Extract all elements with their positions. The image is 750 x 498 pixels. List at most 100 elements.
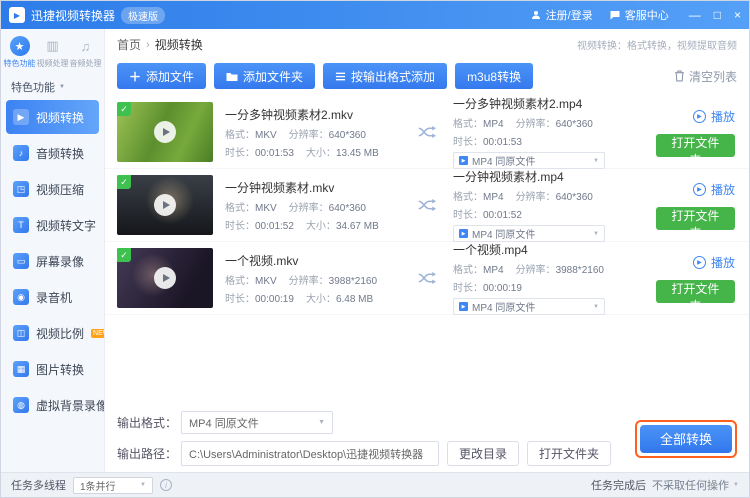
minimize-button[interactable]: — bbox=[689, 8, 701, 22]
info-icon[interactable]: i bbox=[160, 479, 172, 491]
video-thumbnail[interactable]: ✓ bbox=[117, 248, 213, 308]
sidebar-item-label: 视频转文字 bbox=[36, 218, 97, 233]
sidebar-item-label: 虚拟背景录像 bbox=[36, 398, 104, 413]
sidebar-item-screen-record[interactable]: ▭ 屏幕录像 bbox=[6, 244, 99, 278]
change-directory-button[interactable]: 更改目录 bbox=[447, 441, 520, 466]
play-label: 播放 bbox=[710, 255, 735, 270]
output-preset-dropdown[interactable]: ▶ MP4 同原文件 ▼ bbox=[453, 225, 605, 242]
output-format-label: 输出格式： bbox=[117, 416, 178, 430]
edition-badge: 极速版 bbox=[121, 6, 166, 24]
output-preset-dropdown[interactable]: ▶ MP4 同原文件 ▼ bbox=[453, 152, 605, 169]
output-format-select[interactable]: MP4 同原文件 ▼ bbox=[181, 411, 334, 434]
convert-direction bbox=[413, 198, 441, 212]
convert-all-highlight: 全部转换 bbox=[635, 419, 737, 458]
tab-audio-processing[interactable]: ♫ 音频处理 bbox=[70, 36, 102, 69]
resolution-label: 分辨率： bbox=[515, 265, 556, 276]
clear-list-button[interactable]: 清空列表 bbox=[674, 68, 737, 85]
open-folder-button[interactable]: 打开文件夹 bbox=[655, 279, 735, 313]
play-overlay-icon[interactable] bbox=[154, 194, 176, 216]
sidebar-item-label: 视频压缩 bbox=[36, 182, 85, 197]
resolution-label: 分辨率： bbox=[288, 202, 329, 214]
multithread-select[interactable]: 1条并行 ▼ bbox=[73, 476, 153, 494]
play-overlay-icon[interactable] bbox=[154, 267, 176, 289]
file-row: ✓ 一个视频.mkv 格式：MKV 分辨率：3988*2160 时长：00:00:… bbox=[105, 242, 749, 315]
maximize-button[interactable]: □ bbox=[714, 8, 721, 22]
add-folder-button[interactable]: 添加文件夹 bbox=[214, 63, 316, 89]
customer-service-label: 客服中心 bbox=[624, 10, 669, 22]
duration-value: 00:00:19 bbox=[255, 293, 294, 305]
section-featured-header[interactable]: 特色功能 ▼ bbox=[1, 72, 104, 100]
sidebar-item-virtual-background[interactable]: ◍ 虚拟背景录像 bbox=[6, 388, 104, 422]
after-task-select[interactable]: 不采取任何操作 ▼ bbox=[652, 477, 739, 493]
multithread-value: 1条并行 bbox=[80, 481, 116, 493]
size-label: 大小： bbox=[305, 220, 336, 232]
resolution-label: 分辨率： bbox=[288, 275, 329, 287]
check-icon: ✓ bbox=[117, 102, 131, 116]
sidebar-item-video-ratio[interactable]: ◫ 视频比例 NEW bbox=[6, 316, 104, 350]
play-button[interactable]: ▶ 播放 bbox=[692, 181, 735, 198]
folder-icon bbox=[226, 72, 238, 81]
app-title: 迅捷视频转换器 bbox=[31, 8, 116, 23]
format-icon: ▶ bbox=[459, 229, 468, 238]
customer-service-button[interactable]: 客服中心 bbox=[609, 7, 669, 23]
output-preset-dropdown[interactable]: ▶ MP4 同原文件 ▼ bbox=[453, 298, 605, 315]
open-folder-button[interactable]: 打开文件夹 bbox=[655, 206, 735, 240]
user-icon bbox=[531, 11, 540, 19]
tab-video-processing[interactable]: ▥ 视频处理 bbox=[37, 36, 69, 69]
duration-label: 时长： bbox=[225, 147, 255, 159]
audio-convert-icon: ♪ bbox=[13, 145, 29, 161]
sidebar-item-video-compress[interactable]: ◳ 视频压缩 bbox=[6, 172, 99, 206]
check-icon: ✓ bbox=[117, 175, 131, 189]
play-label: 播放 bbox=[710, 109, 735, 124]
format-value: MP4 bbox=[483, 119, 504, 130]
duration-value: 00:01:52 bbox=[483, 210, 522, 221]
play-button[interactable]: ▶ 播放 bbox=[692, 108, 735, 125]
format-label: 格式： bbox=[225, 275, 255, 287]
resolution-value: 640*360 bbox=[555, 192, 593, 203]
microphone-icon: ◉ bbox=[13, 289, 29, 305]
add-by-format-button[interactable]: 按输出格式添加 bbox=[323, 63, 448, 89]
video-thumbnail[interactable]: ✓ bbox=[117, 102, 213, 162]
source-info: 一分钟视频素材.mkv 格式：MKV 分辨率：640*360 时长：00:01:5… bbox=[225, 179, 413, 232]
source-info: 一分多钟视频素材2.mkv 格式：MKV 分辨率：640*360 时长：00:01… bbox=[225, 106, 413, 159]
plus-icon: ＋ bbox=[129, 69, 142, 84]
sidebar: ★ 特色功能 ▥ 视频处理 ♫ 音频处理 特色功能 ▼ ▶ 视频转换 ♪ 音频转… bbox=[1, 29, 105, 472]
close-button[interactable]: × bbox=[734, 8, 741, 22]
title-bar: ▶ 迅捷视频转换器 极速版 注册/登录 客服中心 — □ × bbox=[1, 1, 749, 29]
resolution-label: 分辨率： bbox=[515, 119, 556, 130]
sidebar-item-voice-recorder[interactable]: ◉ 录音机 bbox=[6, 280, 99, 314]
duration-label: 时长： bbox=[453, 283, 483, 294]
multithread-label: 任务多线程 bbox=[11, 480, 66, 492]
resolution-value: 640*360 bbox=[328, 129, 366, 141]
add-file-label: 添加文件 bbox=[146, 69, 195, 84]
sidebar-item-audio-convert[interactable]: ♪ 音频转换 bbox=[6, 136, 99, 170]
duration-value: 00:01:53 bbox=[483, 137, 522, 148]
video-thumbnail[interactable]: ✓ bbox=[117, 175, 213, 235]
sidebar-item-video-to-text[interactable]: T 视频转文字 bbox=[6, 208, 99, 242]
open-output-folder-button[interactable]: 打开文件夹 bbox=[527, 441, 612, 466]
convert-direction bbox=[413, 271, 441, 285]
output-path-value: C:\Users\Administrator\Desktop\迅捷视频转换器 bbox=[189, 448, 424, 461]
breadcrumb-home[interactable]: 首页 bbox=[117, 36, 141, 53]
tab-featured[interactable]: ★ 特色功能 bbox=[4, 36, 36, 69]
open-folder-button[interactable]: 打开文件夹 bbox=[655, 133, 735, 167]
add-file-button[interactable]: ＋ 添加文件 bbox=[117, 63, 207, 89]
m3u8-convert-button[interactable]: m3u8转换 bbox=[455, 63, 534, 89]
sidebar-item-video-convert[interactable]: ▶ 视频转换 bbox=[6, 100, 99, 134]
sidebar-item-image-convert[interactable]: ▦ 图片转换 bbox=[6, 352, 99, 386]
virtual-background-icon: ◍ bbox=[13, 397, 29, 413]
video-compress-icon: ◳ bbox=[13, 181, 29, 197]
convert-all-button[interactable]: 全部转换 bbox=[640, 424, 732, 453]
play-overlay-icon[interactable] bbox=[154, 121, 176, 143]
sidebar-item-label: 视频比例 bbox=[36, 326, 85, 341]
chevron-down-icon: ▼ bbox=[59, 84, 65, 90]
music-icon: ♫ bbox=[80, 38, 91, 54]
target-info: 一分多钟视频素材2.mp4 格式：MP4 分辨率：640*360 时长：00:01… bbox=[453, 96, 656, 169]
breadcrumb-current: 视频转换 bbox=[154, 38, 203, 52]
play-button[interactable]: ▶ 播放 bbox=[692, 254, 735, 271]
image-convert-icon: ▦ bbox=[13, 361, 29, 377]
target-filename: 一个视频.mp4 bbox=[453, 243, 528, 257]
output-path-input[interactable]: C:\Users\Administrator\Desktop\迅捷视频转换器 bbox=[181, 441, 440, 466]
login-button[interactable]: 注册/登录 bbox=[530, 7, 593, 23]
screen-record-icon: ▭ bbox=[13, 253, 29, 269]
